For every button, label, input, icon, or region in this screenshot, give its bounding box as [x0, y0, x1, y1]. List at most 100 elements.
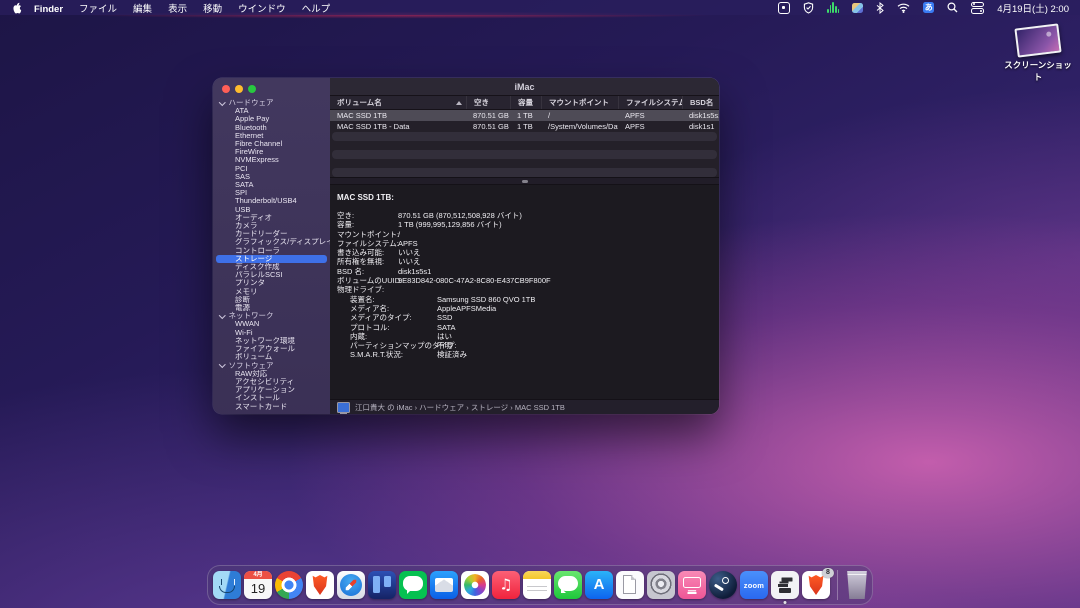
splitter-handle-icon[interactable]: [522, 180, 528, 183]
sidebar-item[interactable]: メモリ: [213, 288, 330, 296]
dock-icon-brave2[interactable]: 8: [802, 571, 830, 599]
menu-item-1[interactable]: ファイル: [71, 4, 125, 15]
dock-icon-zoom[interactable]: zoom: [740, 571, 768, 599]
table-row-empty[interactable]: [332, 132, 717, 141]
table-row-empty[interactable]: [332, 168, 717, 177]
sidebar-item[interactable]: Apple Pay: [213, 115, 330, 123]
menu-item-2[interactable]: 編集: [125, 4, 160, 15]
table-body: MAC SSD 1TB870.51 GB1 TB/APFSdisk1s5s1MA…: [330, 110, 719, 177]
sidebar-item[interactable]: オーディオ: [213, 214, 330, 222]
sidebar-item[interactable]: 診断: [213, 296, 330, 304]
dock-icon-system-preferences[interactable]: [647, 571, 675, 599]
sidebar-item[interactable]: Fibre Channel: [213, 140, 330, 148]
sidebar-item[interactable]: コントローラ: [213, 247, 330, 255]
dock-icon-blue-panels[interactable]: [368, 571, 396, 599]
sidebar-item[interactable]: NVMExpress: [213, 156, 330, 164]
menu-item-5[interactable]: ウインドウ: [230, 4, 294, 15]
table-row-empty[interactable]: [332, 150, 717, 159]
menu-bar-clock[interactable]: 4月19日(土) 2:00: [997, 1, 1069, 15]
detail-value: SSD: [437, 313, 452, 322]
sidebar-item[interactable]: ディスク作成: [213, 263, 330, 271]
table-row-empty[interactable]: [332, 159, 717, 168]
sidebar-item[interactable]: WWAN: [213, 320, 330, 328]
dock-icon-chrome[interactable]: [275, 571, 303, 599]
dock-icon-mail[interactable]: [430, 571, 458, 599]
desktop-screenshot-file[interactable]: スクリーンショット: [1002, 26, 1074, 83]
sidebar-group-header[interactable]: ハードウェア: [213, 99, 330, 107]
sidebar-item[interactable]: Thunderbolt/USB4: [213, 197, 330, 205]
minimize-button[interactable]: [235, 85, 243, 93]
control-center-icon[interactable]: [971, 2, 984, 14]
dock-icon-line[interactable]: [399, 571, 427, 599]
sidebar-item[interactable]: ATA: [213, 107, 330, 115]
sidebar-item[interactable]: FireWire: [213, 148, 330, 156]
sidebar-item[interactable]: プリンタ: [213, 279, 330, 287]
sidebar-item[interactable]: パラレルSCSI: [213, 271, 330, 279]
dock-icon-pink-display[interactable]: [678, 571, 706, 599]
sidebar-item[interactable]: アプリケーション: [213, 386, 330, 394]
column-header[interactable]: ボリューム名: [330, 96, 466, 109]
column-header[interactable]: ファイルシステム: [618, 96, 682, 109]
sidebar-item[interactable]: Bluetooth: [213, 124, 330, 132]
dock-icon-photos[interactable]: [461, 571, 489, 599]
sidebar-item[interactable]: RAW対応: [213, 370, 330, 378]
sidebar-item[interactable]: Wi-Fi: [213, 329, 330, 337]
table-row-empty[interactable]: [332, 141, 717, 150]
column-header[interactable]: BSD名: [682, 96, 719, 109]
dock-icon-brave[interactable]: [306, 571, 334, 599]
input-method-icon[interactable]: あ: [923, 2, 934, 13]
dock-icon-safari[interactable]: [337, 571, 365, 599]
dock-icon-finder[interactable]: [213, 571, 241, 599]
sidebar-item[interactable]: USB: [213, 206, 330, 214]
sidebar-item[interactable]: ストレージ: [216, 255, 327, 263]
dock-icon-music[interactable]: [492, 571, 520, 599]
password-box-icon[interactable]: [778, 2, 790, 14]
dock-icon-document[interactable]: [616, 571, 644, 599]
menu-item-6[interactable]: ヘルプ: [294, 4, 339, 15]
detail-value: Samsung SSD 860 QVO 1TB: [437, 295, 535, 304]
dock-icon-trash[interactable]: [845, 571, 869, 599]
spotlight-icon[interactable]: [947, 2, 958, 14]
column-header[interactable]: マウントポイント: [541, 96, 618, 109]
dock-icon-messages[interactable]: [554, 571, 582, 599]
color-app-icon[interactable]: [852, 2, 863, 14]
waveform-icon[interactable]: [827, 2, 839, 13]
zoom-window-button[interactable]: [248, 85, 256, 93]
sidebar-item[interactable]: スマートカード: [213, 403, 330, 411]
window-titlebar[interactable]: iMac: [330, 78, 719, 96]
dock-icon-app-store[interactable]: [585, 571, 613, 599]
sidebar-item[interactable]: SATA: [213, 181, 330, 189]
pane-splitter[interactable]: [330, 177, 719, 185]
table-cell: disk1s1: [682, 122, 719, 131]
sidebar-group-header[interactable]: ソフトウェア: [213, 362, 330, 370]
sidebar-item[interactable]: カメラ: [213, 222, 330, 230]
close-button[interactable]: [222, 85, 230, 93]
menu-item-4[interactable]: 移動: [195, 4, 230, 15]
sidebar-item[interactable]: PCI: [213, 165, 330, 173]
menu-item-3[interactable]: 表示: [160, 4, 195, 15]
sidebar-item[interactable]: インストール: [213, 394, 330, 402]
menu-item-0[interactable]: Finder: [26, 4, 71, 15]
table-row[interactable]: MAC SSD 1TB870.51 GB1 TB/APFSdisk1s5s1: [330, 110, 719, 121]
column-header[interactable]: 容量: [510, 96, 541, 109]
dock-icon-unarchiver[interactable]: [771, 571, 799, 599]
table-row[interactable]: MAC SSD 1TB - Data870.51 GB1 TB/System/V…: [330, 121, 719, 132]
sidebar-group-header[interactable]: ネットワーク: [213, 312, 330, 320]
system-information-window: ハードウェアATAApple PayBluetoothEthernetFibre…: [213, 78, 719, 414]
sidebar-item[interactable]: Ethernet: [213, 132, 330, 140]
apple-menu[interactable]: [11, 2, 22, 14]
sidebar-item[interactable]: SPI: [213, 189, 330, 197]
dock-icon-notes[interactable]: [523, 571, 551, 599]
sidebar-item[interactable]: ファイアウォール: [213, 345, 330, 353]
dock-icon-steam[interactable]: [709, 571, 737, 599]
sidebar-item[interactable]: SAS: [213, 173, 330, 181]
column-header[interactable]: 空き: [466, 96, 510, 109]
dock-icon-calendar[interactable]: 4月19: [244, 571, 272, 599]
bluetooth-icon[interactable]: [876, 2, 884, 14]
sidebar-item[interactable]: グラフィックス/ディスプレイ: [213, 238, 330, 246]
sidebar-item[interactable]: ネットワーク環境: [213, 337, 330, 345]
sidebar-item[interactable]: カードリーダー: [213, 230, 330, 238]
shield-check-icon[interactable]: [803, 2, 814, 14]
sidebar-item[interactable]: アクセシビリティ: [213, 378, 330, 386]
wifi-icon[interactable]: [897, 2, 910, 14]
